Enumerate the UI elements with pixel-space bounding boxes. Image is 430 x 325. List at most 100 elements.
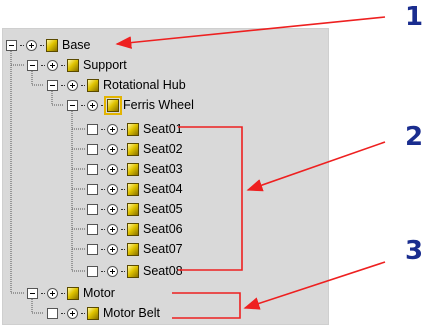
expand-circle-icon[interactable] — [107, 143, 118, 155]
node-label: Seat07 — [143, 242, 183, 256]
node-label: Seat08 — [143, 264, 183, 278]
tree-node-ferris-wheel[interactable]: Ferris Wheel — [67, 95, 194, 115]
collapse-toggle-icon[interactable] — [67, 99, 78, 111]
tree-node-seat05[interactable]: Seat05 — [87, 199, 183, 219]
expand-circle-icon[interactable] — [47, 287, 58, 299]
leaf-box-icon[interactable] — [87, 183, 98, 195]
node-label: Base — [62, 38, 91, 52]
leaf-box-icon[interactable] — [47, 307, 58, 319]
collapse-toggle-icon[interactable] — [47, 79, 58, 91]
tree-connector — [101, 148, 105, 150]
tree-connector — [121, 168, 125, 170]
tree-node-support[interactable]: Support — [27, 55, 127, 75]
node-label: Seat06 — [143, 222, 183, 236]
node-label: Motor Belt — [103, 306, 160, 320]
object-cube-icon — [127, 142, 139, 156]
node-label: Seat05 — [143, 202, 183, 216]
tree-node-seat03[interactable]: Seat03 — [87, 159, 183, 179]
tree-connector — [121, 248, 125, 250]
tree-connector — [101, 208, 105, 210]
expand-circle-icon[interactable] — [107, 123, 118, 135]
expand-circle-icon[interactable] — [107, 223, 118, 235]
tree-node-seat04[interactable]: Seat04 — [87, 179, 183, 199]
leaf-box-icon[interactable] — [87, 203, 98, 215]
collapse-toggle-icon[interactable] — [27, 287, 38, 299]
tree-connector — [121, 128, 125, 130]
expand-circle-icon[interactable] — [107, 243, 118, 255]
tree-connector — [121, 270, 125, 272]
leaf-box-icon[interactable] — [87, 143, 98, 155]
tree-connector — [101, 270, 105, 272]
tree-connector — [101, 228, 105, 230]
tree-connector — [121, 148, 125, 150]
tree-connector — [101, 168, 105, 170]
tree-connector — [61, 64, 65, 66]
object-cube-icon — [67, 58, 79, 72]
tree-connector — [81, 312, 85, 314]
expand-circle-icon[interactable] — [107, 183, 118, 195]
tree-node-seat07[interactable]: Seat07 — [87, 239, 183, 259]
leaf-box-icon[interactable] — [87, 163, 98, 175]
object-cube-icon — [127, 222, 139, 236]
tree-connector — [101, 188, 105, 190]
collapse-toggle-icon[interactable] — [6, 39, 17, 51]
expand-circle-icon[interactable] — [107, 203, 118, 215]
node-label: Support — [83, 58, 127, 72]
object-cube-icon — [67, 286, 79, 300]
node-label: Motor — [83, 286, 115, 300]
hierarchy-tree-panel: Base Support Rotational Hub Ferris Wheel… — [2, 28, 329, 325]
tree-connector — [40, 44, 44, 46]
expand-circle-icon[interactable] — [67, 79, 78, 91]
node-label: Seat04 — [143, 182, 183, 196]
tree-connector — [41, 292, 45, 294]
tree-node-seat02[interactable]: Seat02 — [87, 139, 183, 159]
leaf-box-icon[interactable] — [87, 243, 98, 255]
node-label: Seat03 — [143, 162, 183, 176]
tree-node-rotational-hub[interactable]: Rotational Hub — [47, 75, 186, 95]
object-cube-icon — [127, 162, 139, 176]
tree-connector — [121, 188, 125, 190]
object-cube-icon — [127, 122, 139, 136]
node-label: Seat01 — [143, 122, 183, 136]
tree-connector — [41, 64, 45, 66]
expand-circle-icon[interactable] — [47, 59, 58, 71]
object-cube-icon — [127, 182, 139, 196]
tree-connector — [61, 312, 65, 314]
tree-node-seat06[interactable]: Seat06 — [87, 219, 183, 239]
tree-connector — [20, 44, 24, 46]
object-cube-icon — [104, 95, 122, 115]
leaf-box-icon[interactable] — [87, 265, 98, 277]
tree-connector — [61, 292, 65, 294]
object-cube-icon — [127, 202, 139, 216]
leaf-box-icon[interactable] — [87, 123, 98, 135]
expand-circle-icon[interactable] — [87, 99, 98, 111]
collapse-toggle-icon[interactable] — [27, 59, 38, 71]
tree-node-base[interactable]: Base — [6, 35, 91, 55]
object-cube-icon — [87, 306, 99, 320]
node-label: Rotational Hub — [103, 78, 186, 92]
callout-number-2: 2 — [405, 122, 424, 152]
node-label: Seat02 — [143, 142, 183, 156]
tree-connector — [81, 104, 85, 106]
object-cube-icon — [127, 264, 139, 278]
tree-node-motor-belt[interactable]: Motor Belt — [47, 303, 160, 323]
tree-connector — [81, 84, 85, 86]
tree-connector — [101, 248, 105, 250]
expand-circle-icon[interactable] — [107, 265, 118, 277]
leaf-box-icon[interactable] — [87, 223, 98, 235]
tree-connector — [61, 84, 65, 86]
expand-circle-icon[interactable] — [107, 163, 118, 175]
node-label: Ferris Wheel — [123, 98, 194, 112]
tree-connector — [121, 228, 125, 230]
tree-node-seat08[interactable]: Seat08 — [87, 261, 183, 281]
tree-connector — [101, 104, 105, 106]
expand-circle-icon[interactable] — [67, 307, 78, 319]
callout-number-3: 3 — [405, 236, 424, 266]
callout-number-1: 1 — [405, 2, 424, 32]
tree-node-motor[interactable]: Motor — [27, 283, 115, 303]
expand-circle-icon[interactable] — [26, 39, 37, 51]
tree-node-seat01[interactable]: Seat01 — [87, 119, 183, 139]
object-cube-icon — [87, 78, 99, 92]
tree-connector — [101, 128, 105, 130]
object-cube-icon — [46, 38, 58, 52]
